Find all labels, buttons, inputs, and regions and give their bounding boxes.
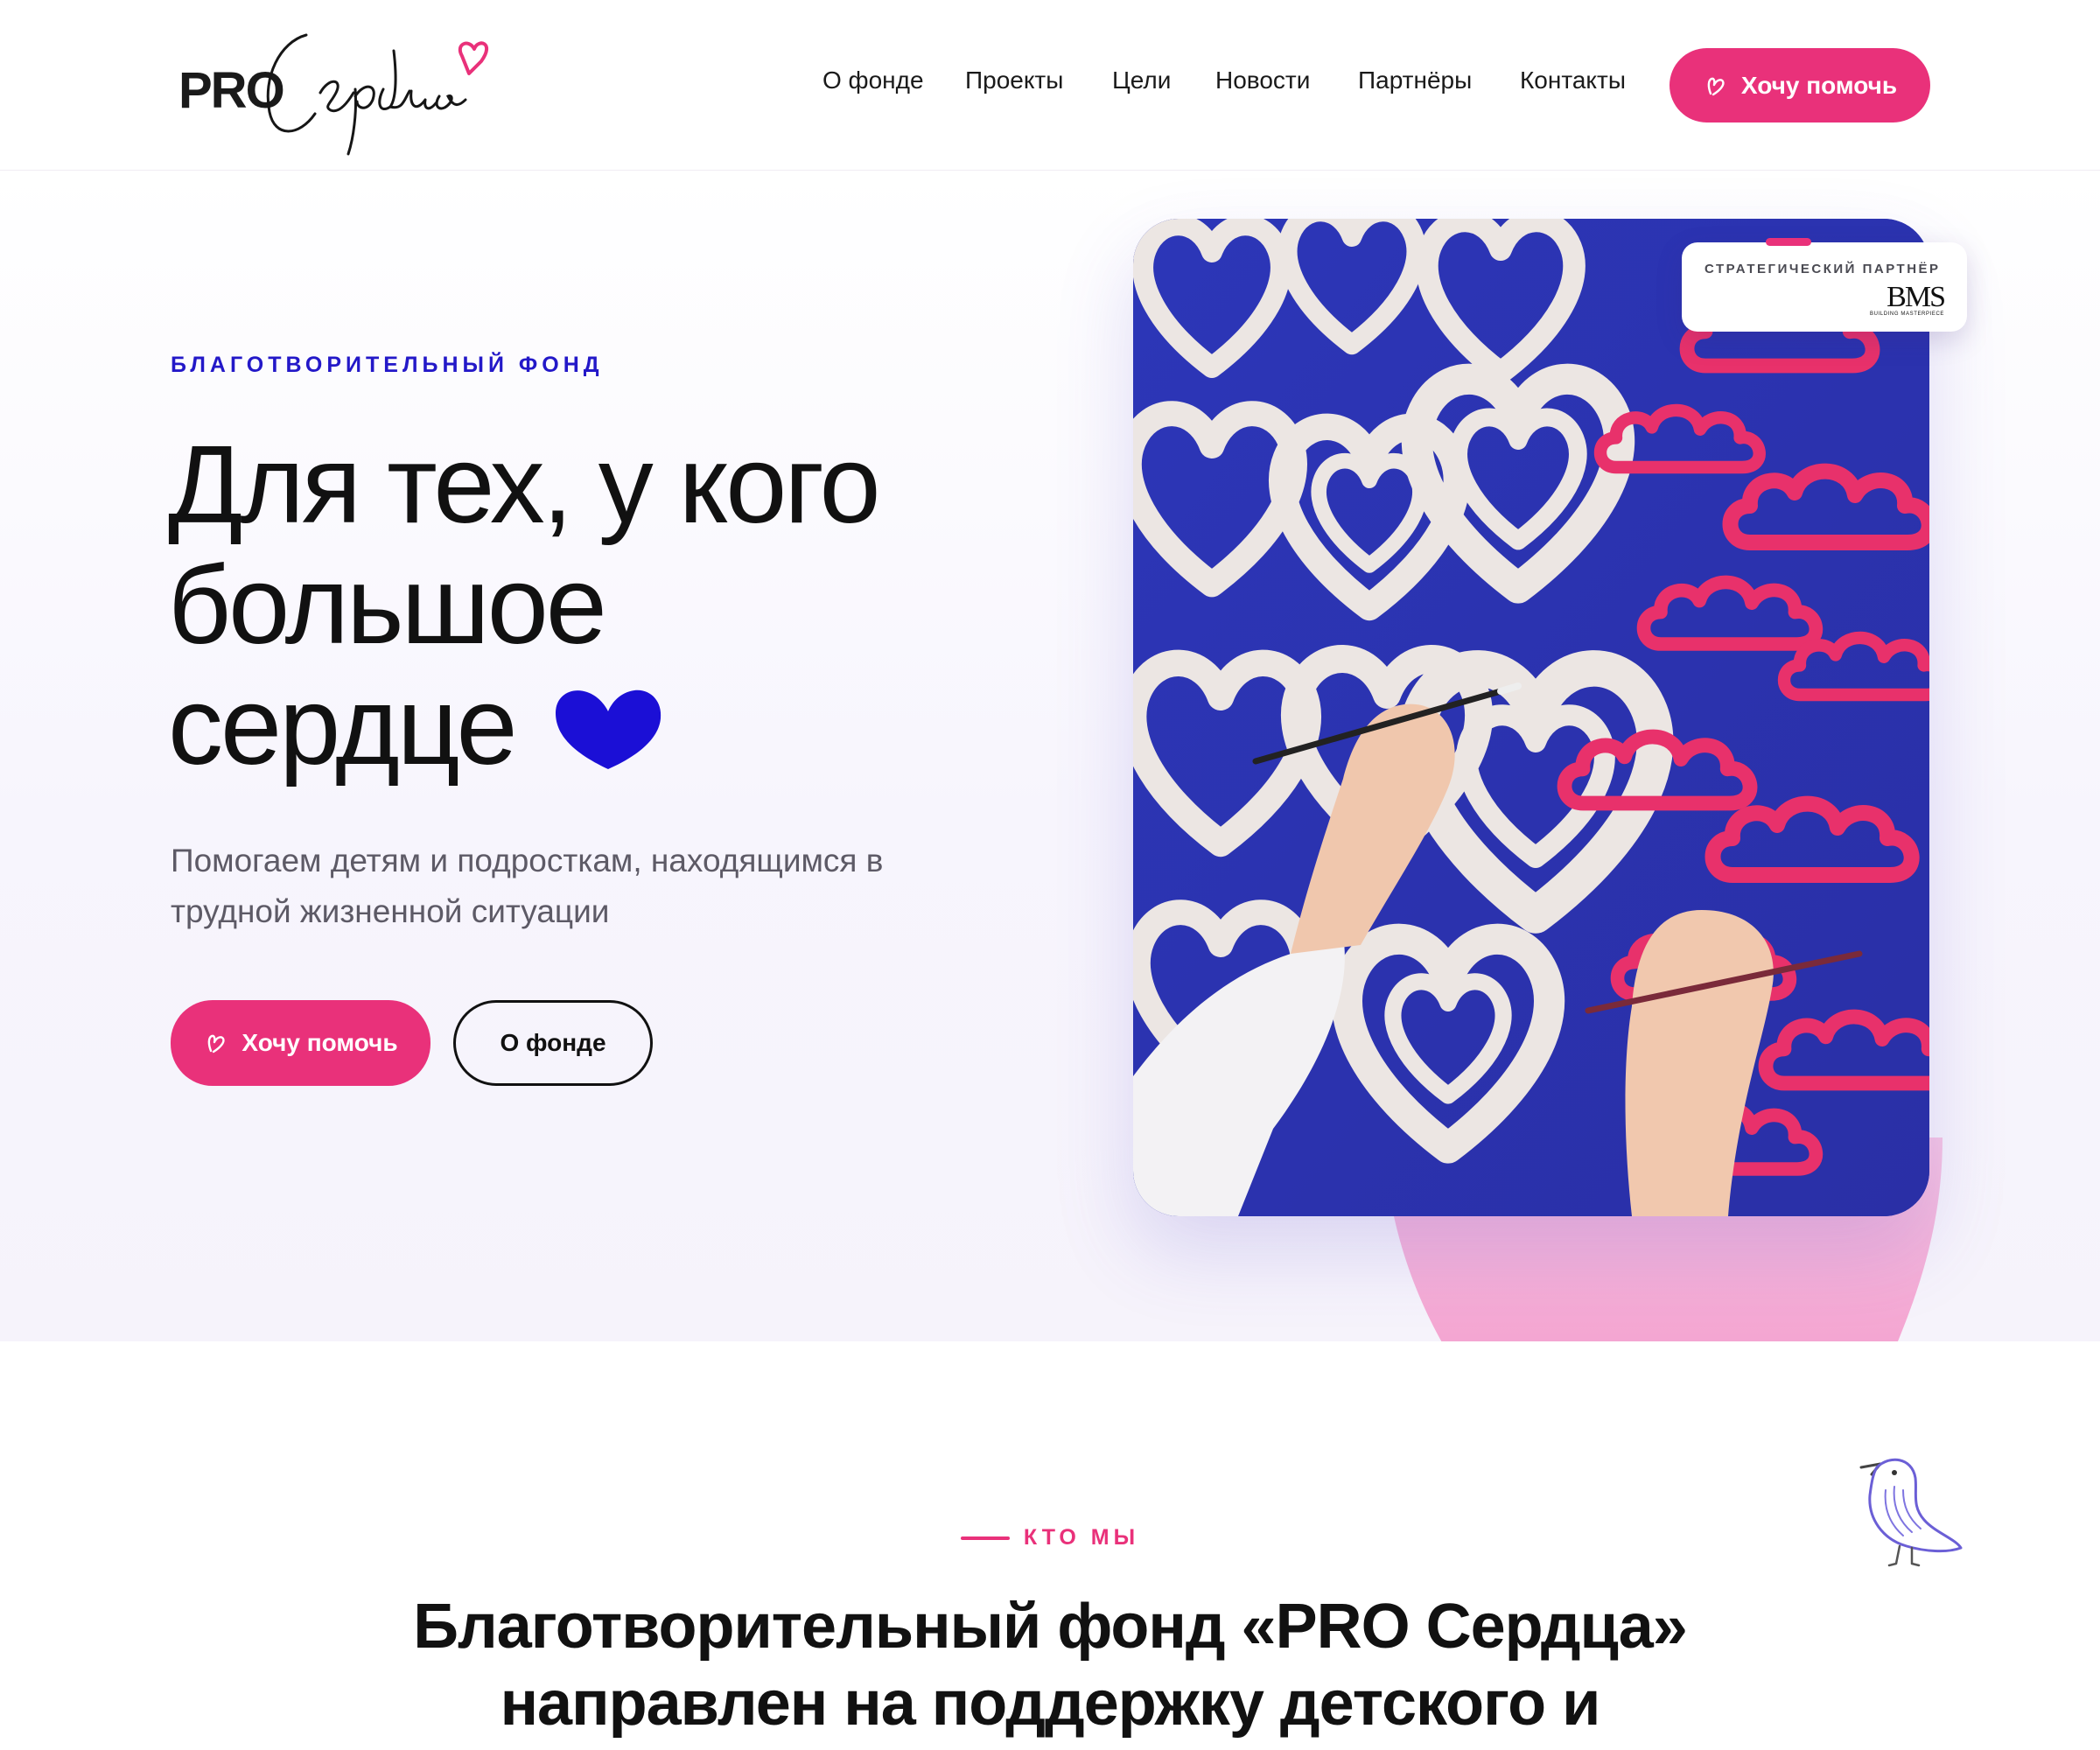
- header-help-button[interactable]: Хочу помочь: [1670, 48, 1930, 122]
- about-fund-button[interactable]: О фонде: [453, 1000, 653, 1086]
- nav-link-contacts[interactable]: Контакты: [1520, 66, 1626, 94]
- nav-link-partners[interactable]: Партнёры: [1358, 66, 1472, 94]
- partner-logo: BMS BUILDING MASTERPIECE: [1869, 281, 1946, 317]
- who-we-are-section: КТО МЫ Благотворительный фонд «PRO Сердц…: [0, 1341, 2100, 1750]
- hero-section: БЛАГОТВОРИТЕЛЬНЫЙ ФОНД Для тех, у кого б…: [0, 171, 2100, 1341]
- hero-eyebrow: БЛАГОТВОРИТЕЛЬНЫЙ ФОНД: [171, 353, 604, 377]
- subtitle-line-2: трудной жизненной ситуации: [171, 893, 610, 929]
- site-header: PRO О фонде Проекты Цели Новости Партнёр…: [0, 0, 2100, 171]
- nav-link-news[interactable]: Новости: [1215, 66, 1310, 94]
- badge-tab: [1766, 238, 1811, 246]
- hero-photo: [1133, 219, 1929, 1216]
- logo[interactable]: PRO: [175, 16, 490, 156]
- who-title-line-1: Благотворительный фонд «PRO Сердца»: [413, 1592, 1688, 1662]
- headline-line-1: Для тех, у кого: [168, 423, 881, 546]
- blue-heart-icon: [555, 690, 661, 769]
- heart-outline-icon: [208, 1034, 226, 1054]
- strategic-partner-badge[interactable]: СТРАТЕГИЧЕСКИЙ ПАРТНЁР BMS BUILDING MAST…: [1682, 238, 1967, 332]
- header-help-label: Хочу помочь: [1740, 71, 1898, 99]
- hero-help-label: Хочу помочь: [242, 1029, 398, 1056]
- partner-logo-text: BMS: [1886, 281, 1946, 313]
- nav-link-projects[interactable]: Проекты: [965, 66, 1063, 94]
- partner-label: СТРАТЕГИЧЕСКИЙ ПАРТНЁР: [1704, 262, 1941, 276]
- who-eyebrow: КТО МЫ: [0, 1525, 2100, 1550]
- hero-help-button[interactable]: Хочу помочь: [171, 1000, 430, 1086]
- heart-outline-icon: [1707, 77, 1725, 95]
- headline-line-2: большое: [168, 543, 607, 667]
- subtitle-line-1: Помогаем детям и подросткам, находящимся…: [171, 843, 884, 878]
- headline-line-3-text: сердце: [168, 664, 518, 788]
- who-eyebrow-text: КТО МЫ: [1023, 1525, 1140, 1550]
- who-title-line-2: направлен на поддержку детского и: [500, 1669, 1601, 1739]
- nav-link-goals[interactable]: Цели: [1112, 66, 1171, 94]
- partner-logo-subtext: BUILDING MASTERPIECE: [1869, 312, 1944, 317]
- bird-drawing-icon: [1859, 1458, 1963, 1567]
- logo-script-image: [266, 33, 489, 156]
- nav-link-about[interactable]: О фонде: [822, 66, 924, 94]
- hero-subtitle: Помогаем детям и подросткам, находящимся…: [171, 836, 993, 937]
- headline-line-3: сердце: [168, 666, 1043, 787]
- who-title: Благотворительный фонд «PRO Сердца» напр…: [0, 1588, 2100, 1742]
- hero-headline: Для тех, у кого большое сердце: [168, 424, 1043, 787]
- eyebrow-dash: [960, 1536, 1010, 1541]
- painted-hearts-wall-image: [1133, 219, 1929, 1216]
